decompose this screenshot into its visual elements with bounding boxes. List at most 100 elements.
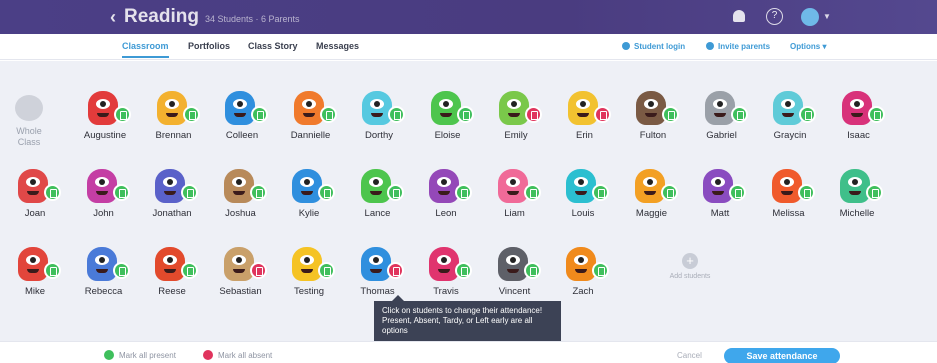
student-card[interactable]: Augustine [74,89,136,151]
student-card[interactable]: Maggie [621,167,683,229]
student-card[interactable]: Vincent [484,245,546,307]
student-card[interactable]: Sebastian [210,245,272,307]
student-card[interactable]: Jonathan [141,167,203,229]
tab-messages[interactable]: Messages [316,41,359,51]
student-card[interactable]: Colleen [211,89,273,151]
monster-mouth [506,191,519,195]
whole-class-button[interactable]: Whole Class [8,95,50,148]
student-card[interactable]: Travis [415,245,477,307]
present-badge-icon [319,106,337,123]
monster-eye [163,255,177,265]
monster-avatar-icon [225,91,255,125]
monster-avatar-icon [292,247,322,281]
tab-classroom[interactable]: Classroom [122,41,169,58]
help-icon[interactable]: ? [766,8,783,25]
absent-badge-icon [525,106,542,123]
monster-eye [231,177,246,187]
student-card[interactable]: Isaac [828,89,890,151]
monster-mouth [508,113,520,117]
present-badge-icon [455,262,472,279]
student-card[interactable]: Joan [4,167,66,229]
back-arrow-icon[interactable]: ‹ [110,7,116,28]
student-card[interactable]: Lance [347,167,409,229]
monster-avatar-icon [360,169,391,203]
monster-mouth [439,113,452,117]
invite-parents-button[interactable]: Invite parents [706,42,770,51]
present-badge-icon [455,184,472,201]
student-name: Liam [504,208,525,219]
monster-avatar-icon [636,91,666,125]
monster-mouth [575,269,587,273]
monster-mouth [95,269,108,273]
student-card[interactable]: Leon [415,167,477,229]
monster-eye [26,177,40,187]
attendance-tooltip: Click on students to change their attend… [374,295,561,341]
monster-avatar-icon [360,247,391,281]
student-card[interactable]: Erin [554,89,616,151]
student-card[interactable]: Kylie [278,167,340,229]
absent-badge-icon [386,262,404,279]
absent-badge-icon [249,262,267,279]
student-card[interactable]: Zach [552,245,614,307]
monster-avatar-icon [156,91,187,125]
student-card[interactable]: Dannielle [280,89,342,151]
options-menu[interactable]: Options ▾ [790,42,826,51]
monster-eye [96,99,110,109]
monster-eye [94,255,109,265]
student-name: Gabriel [706,130,737,141]
monster-avatar-icon [429,169,459,203]
student-login-icon [622,42,630,50]
monster-mouth [575,191,587,195]
present-badge-icon [729,184,746,201]
student-name: Sebastian [219,286,262,297]
mark-all-present-button[interactable]: Mark all present [104,350,176,360]
student-login-button[interactable]: Student login [622,42,685,51]
student-card[interactable]: Matt [689,167,751,229]
student-card[interactable]: Testing [278,245,340,307]
student-card[interactable]: Michelle [826,167,888,229]
monster-mouth [780,191,793,195]
student-card[interactable]: Emily [485,89,547,151]
chevron-down-icon[interactable]: ▼ [823,12,831,21]
monster-mouth [576,113,589,117]
student-card[interactable]: Fulton [622,89,684,151]
monster-eye [848,177,862,187]
avatar[interactable] [801,8,819,26]
student-card[interactable]: Louis [552,167,614,229]
bell-icon[interactable] [733,10,745,22]
monster-avatar-icon [88,91,118,125]
student-card[interactable]: Joshua [210,167,272,229]
monster-mouth [27,269,39,273]
student-card[interactable]: Reese [141,245,203,307]
cancel-button[interactable]: Cancel [677,351,702,360]
student-card[interactable]: John [73,167,135,229]
present-badge-icon [662,106,679,123]
student-card[interactable]: Gabriel [691,89,753,151]
tab-class-story[interactable]: Class Story [248,41,298,51]
monster-eye [233,99,247,109]
student-name: Brennan [155,130,192,141]
monster-avatar-icon [499,91,529,125]
student-card[interactable]: Rebecca [73,245,135,307]
student-card[interactable]: Eloise [417,89,479,151]
monster-mouth [850,113,863,117]
monster-mouth [301,269,313,273]
monster-eye [300,177,314,187]
student-card[interactable]: Mike [4,245,66,307]
student-card[interactable]: Brennan [143,89,205,151]
present-badge-icon [181,262,198,279]
student-card[interactable]: Graycin [759,89,821,151]
monster-eye [368,177,383,187]
present-badge-icon [182,106,200,123]
student-name: Emily [504,130,528,141]
student-card[interactable]: Dorthy [348,89,410,151]
tab-portfolios[interactable]: Portfolios [188,41,230,51]
student-card[interactable]: Liam [484,167,546,229]
add-students-button[interactable]: + Add students [660,253,720,280]
monster-avatar-icon [155,247,185,281]
student-card[interactable]: Melissa [758,167,820,229]
student-name: John [93,208,114,219]
save-attendance-button[interactable]: Save attendance [724,348,840,363]
student-name: Erin [576,130,593,141]
mark-all-absent-button[interactable]: Mark all absent [203,350,272,360]
